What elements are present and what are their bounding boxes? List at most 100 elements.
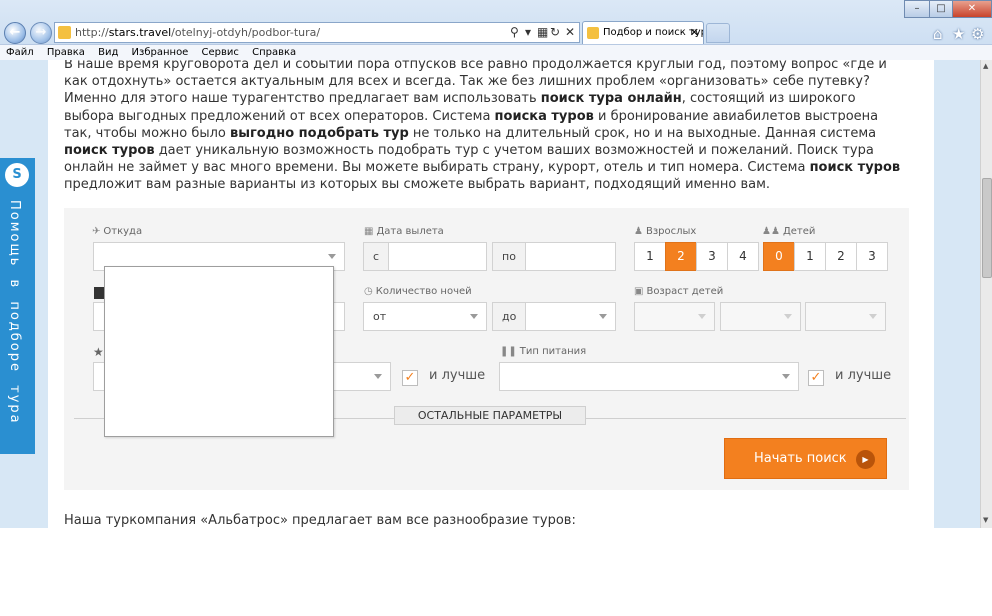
close-tab-icon[interactable]: ✕ xyxy=(690,22,699,44)
refresh-icon[interactable]: ↻ xyxy=(550,23,560,42)
more-params-button[interactable]: ОСТАЛЬНЫЕ ПАРАМЕТРЫ xyxy=(394,406,586,425)
vertical-scrollbar[interactable]: ▲ ▼ xyxy=(980,60,992,528)
calendar-icon: ▦ xyxy=(364,226,374,237)
url-path: /otelnyj-otdyh/podbor-tura/ xyxy=(171,26,321,39)
minimize-window-button[interactable]: – xyxy=(904,0,930,18)
category-or-better-label: и лучше xyxy=(429,368,486,383)
child-age-select-3[interactable] xyxy=(805,302,886,331)
adults-label: ♟ Взрослых xyxy=(634,226,697,237)
help-widget-label: Помощь в подборе тура xyxy=(7,200,22,425)
chevron-down-icon xyxy=(869,314,877,319)
from-dropdown-list[interactable] xyxy=(104,266,334,437)
chevron-down-icon xyxy=(328,254,336,259)
menu-item-view[interactable]: Вид xyxy=(92,45,122,60)
scroll-up-arrow-icon[interactable]: ▲ xyxy=(983,62,988,70)
url-domain: stars.travel xyxy=(108,26,172,39)
chevron-down-icon xyxy=(599,314,607,319)
chevron-down-icon xyxy=(374,374,382,379)
tab-favicon-icon xyxy=(587,27,599,39)
meal-type-select[interactable] xyxy=(499,362,799,391)
star-category-icon: ★ xyxy=(93,345,104,359)
fork-knife-icon: ❚❚ xyxy=(500,346,517,357)
group-icon: ♟♟ xyxy=(762,226,780,237)
skype-icon: S xyxy=(5,163,29,187)
start-search-button[interactable]: Начать поиск ▶ xyxy=(724,438,887,479)
date-to-prefix: по xyxy=(493,243,526,270)
compatibility-view-icon[interactable]: ▦ xyxy=(537,23,548,42)
nights-to-prefix: до xyxy=(493,303,527,330)
children-age-label: ▣ Возраст детей xyxy=(634,286,724,297)
start-search-label: Начать поиск xyxy=(754,451,847,466)
children-label: ♟♟ Детей xyxy=(762,226,816,237)
date-from-prefix: с xyxy=(364,243,390,270)
menu-item-favorites[interactable]: Избранное xyxy=(126,45,193,60)
keyword-link: поиск туров xyxy=(64,143,155,159)
menu-item-help[interactable]: Справка xyxy=(246,45,300,60)
category-or-better-checkbox[interactable]: ✓ xyxy=(402,370,418,386)
date-from-input[interactable]: с xyxy=(363,242,487,271)
menu-item-edit[interactable]: Правка xyxy=(41,45,89,60)
keyword-link: выгодно подобрать тур xyxy=(230,125,409,141)
adults-option-1[interactable]: 1 xyxy=(634,242,666,271)
dropdown-arrow-icon[interactable]: ▾ xyxy=(525,23,531,42)
search-icon[interactable]: ⚲ xyxy=(510,23,519,42)
intro-paragraph: В наше время круговорота дел и событий п… xyxy=(64,60,901,193)
stop-icon[interactable]: ✕ xyxy=(565,23,575,42)
keyword-link: поиск тура онлайн xyxy=(540,91,682,107)
children-option-1[interactable]: 1 xyxy=(794,242,826,271)
date-to-input[interactable]: по xyxy=(492,242,616,271)
nights-to-select[interactable]: до xyxy=(492,302,616,331)
address-url[interactable]: http://stars.travel/otelnyj-otdyh/podbor… xyxy=(75,23,320,42)
plane-icon: ✈ xyxy=(92,226,101,237)
child-age-select-1[interactable] xyxy=(634,302,715,331)
child-age-select-2[interactable] xyxy=(720,302,801,331)
adults-option-2[interactable]: 2 xyxy=(665,242,697,271)
menu-item-file[interactable]: Файл xyxy=(0,45,38,60)
children-option-0[interactable]: 0 xyxy=(763,242,795,271)
departure-date-label: ▦ Дата вылета xyxy=(364,226,444,237)
url-prefix: http:// xyxy=(75,26,109,39)
favorites-star-icon[interactable]: ★ xyxy=(952,25,965,43)
person-icon: ♟ xyxy=(634,226,643,237)
chevron-down-icon xyxy=(784,314,792,319)
children-option-2[interactable]: 2 xyxy=(825,242,857,271)
forward-arrow-icon[interactable]: → xyxy=(30,22,52,44)
chevron-down-icon xyxy=(698,314,706,319)
nights-from-select[interactable]: от xyxy=(363,302,487,331)
clock-icon: ◷ xyxy=(364,286,373,297)
chevron-down-icon xyxy=(470,314,478,319)
close-window-button[interactable]: ✕ xyxy=(952,0,992,18)
menu-item-tools[interactable]: Сервис xyxy=(196,45,243,60)
browser-chrome: ← → http://stars.travel/otelnyj-otdyh/po… xyxy=(0,0,992,60)
from-label: ✈ Откуда xyxy=(92,226,143,237)
arrow-right-icon: ▶ xyxy=(856,450,875,469)
nights-label: ◷ Количество ночей xyxy=(364,286,472,297)
nights-from-prefix: от xyxy=(373,310,387,323)
back-arrow-icon[interactable]: ← xyxy=(4,22,26,44)
meal-or-better-label: и лучше xyxy=(835,368,892,383)
meal-type-label: ❚❚ Тип питания xyxy=(500,346,587,357)
menu-bar: Файл Правка Вид Избранное Сервис Справка xyxy=(0,44,992,60)
settings-gear-icon[interactable]: ⚙ xyxy=(971,25,984,43)
new-tab-button[interactable] xyxy=(706,23,730,43)
blank-area xyxy=(0,528,992,616)
address-bar[interactable]: http://stars.travel/otelnyj-otdyh/podbor… xyxy=(54,22,580,43)
site-favicon-icon xyxy=(58,26,71,39)
help-widget[interactable]: S Помощь в подборе тура xyxy=(0,158,35,454)
outro-paragraph: Наша туркомпания «Альбатрос» предлагает … xyxy=(64,513,576,528)
keyword-link: поиск туров xyxy=(809,160,901,176)
keyword-link: поиска туров xyxy=(494,108,594,124)
home-icon[interactable]: ⌂ xyxy=(933,25,943,43)
main-content: В наше время круговорота дел и событий п… xyxy=(48,60,934,528)
adults-option-4[interactable]: 4 xyxy=(727,242,759,271)
meal-or-better-checkbox[interactable]: ✓ xyxy=(808,370,824,386)
browser-tab-active[interactable]: Подбор и поиск тур... ✕ xyxy=(582,21,704,45)
scroll-down-arrow-icon[interactable]: ▼ xyxy=(983,516,988,524)
scrollbar-thumb[interactable] xyxy=(982,178,992,278)
maximize-window-button[interactable]: □ xyxy=(929,0,953,18)
adults-option-3[interactable]: 3 xyxy=(696,242,728,271)
children-option-3[interactable]: 3 xyxy=(856,242,888,271)
chevron-down-icon xyxy=(782,374,790,379)
page-viewport: В наше время круговорота дел и событий п… xyxy=(0,60,980,528)
gift-icon: ▣ xyxy=(634,286,644,297)
